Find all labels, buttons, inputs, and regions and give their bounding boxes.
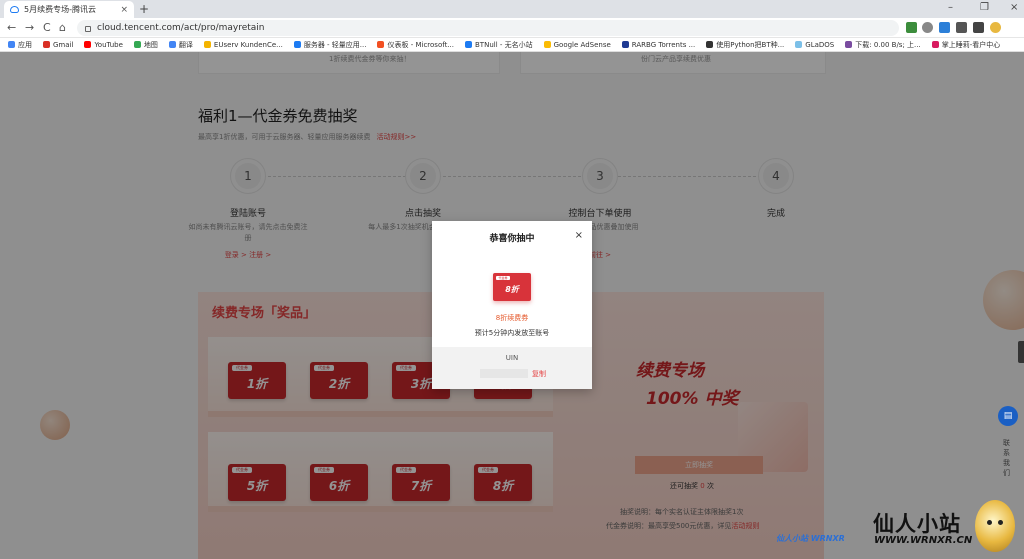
watermark-url: WWW.WRNXR.CN <box>874 535 973 546</box>
bookmark-item[interactable]: 翻译 <box>168 40 193 50</box>
watermark-title: 仙人小站 <box>873 512 961 536</box>
bookmark-icon <box>543 41 551 48</box>
url-input[interactable]: cloud.tencent.com/act/pro/mayretain <box>77 20 899 36</box>
uin-label: UIN <box>505 354 519 362</box>
bookmark-icon <box>293 41 301 48</box>
bookmark-item[interactable]: 地图 <box>133 40 158 50</box>
bookmark-item[interactable]: 使用Python把BT种... <box>706 40 784 50</box>
bookmark-icon <box>795 41 803 48</box>
browser-tab[interactable]: 5月续费专场-腾讯云 × <box>4 1 134 18</box>
tab-strip: 5月续费专场-腾讯云 × + – ❐ × <box>0 0 1024 18</box>
bookmark-icon <box>168 41 176 48</box>
side-handle[interactable] <box>1018 341 1024 363</box>
puzzle-icon[interactable] <box>956 22 967 33</box>
bookmark-icon <box>377 41 385 48</box>
address-bar-row: ← → C ⌂ cloud.tencent.com/act/pro/mayret… <box>0 18 1024 38</box>
sidebar-icon[interactable] <box>973 22 984 33</box>
extension-icon[interactable] <box>939 22 950 33</box>
bookmark-icon <box>133 41 141 48</box>
mascot-eye <box>998 520 1003 525</box>
bookmark-icon <box>706 41 714 48</box>
bookmark-item[interactable]: YouTube <box>84 41 123 49</box>
bookmark-item[interactable]: 服务器 - 轻量应用... <box>293 40 366 50</box>
close-icon[interactable]: × <box>575 230 583 241</box>
tab-title: 5月续费专场-腾讯云 <box>24 5 96 14</box>
bookmark-icon <box>931 41 939 48</box>
bookmark-icon <box>8 41 15 48</box>
profile-avatar[interactable] <box>990 22 1001 33</box>
extension-icon[interactable] <box>922 22 933 33</box>
copy-uin-button[interactable]: 复制 <box>532 369 546 379</box>
prize-name: 8折续费券 <box>495 314 529 322</box>
lock-icon <box>85 26 91 32</box>
bookmark-item[interactable]: 仪表板 - Microsoft... <box>377 40 454 50</box>
win-dialog: 恭喜你抽中 × 代金券 8折 8折续费券 预计5分钟内发放至账号 UIN 复制 <box>432 221 592 389</box>
mascot-eye <box>987 520 992 525</box>
delivery-note: 预计5分钟内发放至账号 <box>474 329 550 337</box>
contact-us-link[interactable]: 联系我们 <box>1003 438 1011 478</box>
bookmark-icon <box>84 41 92 48</box>
watermark-faint-text: 仙人小站 WRNXR <box>776 534 845 543</box>
won-coupon-tag: 代金券 <box>496 276 510 280</box>
extension-icon[interactable] <box>906 22 917 33</box>
bookmark-item[interactable]: EUserv KundenCe... <box>203 41 283 49</box>
bookmarks-bar: 应用 Gmail YouTube 地图 翻译 EUserv KundenCe..… <box>0 38 1024 52</box>
won-coupon-value: 8折 <box>505 285 519 294</box>
contact-icon[interactable]: ▤ <box>998 406 1018 426</box>
home-button[interactable]: ⌂ <box>59 21 66 34</box>
maximize-button[interactable]: ❐ <box>980 2 989 13</box>
bookmark-icon <box>203 41 211 48</box>
url-text: cloud.tencent.com/act/pro/mayretain <box>97 23 265 33</box>
minimize-button[interactable]: – <box>948 2 953 13</box>
close-window-button[interactable]: × <box>1010 2 1018 13</box>
bookmark-icon <box>621 41 629 48</box>
won-coupon-image: 代金券 8折 <box>493 273 531 301</box>
bookmark-item[interactable]: 下载: 0.00 B/s; 上... <box>845 40 921 50</box>
bookmark-item[interactable]: Google AdSense <box>543 41 611 49</box>
bookmark-item[interactable]: GLaDOS <box>795 41 834 49</box>
new-tab-button[interactable]: + <box>139 2 149 16</box>
tab-close-icon[interactable]: × <box>120 5 128 15</box>
bookmark-icon <box>465 41 472 48</box>
bookmark-item[interactable]: BTNull - 无名小站 <box>465 40 533 50</box>
bookmark-item[interactable]: RARBG Torrents ... <box>621 41 695 49</box>
bookmark-item[interactable]: 掌上睡莉-看户中心 <box>931 40 1000 50</box>
bookmark-icon <box>845 41 853 48</box>
tencent-cloud-favicon-icon <box>10 6 19 13</box>
bookmark-item[interactable]: Gmail <box>43 41 73 49</box>
bookmark-icon <box>43 41 50 48</box>
forward-button[interactable]: → <box>25 21 34 34</box>
watermark-mascot-icon <box>975 500 1015 552</box>
bookmark-item[interactable]: 应用 <box>8 40 32 50</box>
uin-value-redacted <box>480 369 528 378</box>
back-button[interactable]: ← <box>7 21 16 34</box>
reload-button[interactable]: C <box>43 21 51 34</box>
uin-section: UIN 复制 <box>432 347 592 389</box>
dialog-title: 恭喜你抽中 <box>489 234 535 244</box>
